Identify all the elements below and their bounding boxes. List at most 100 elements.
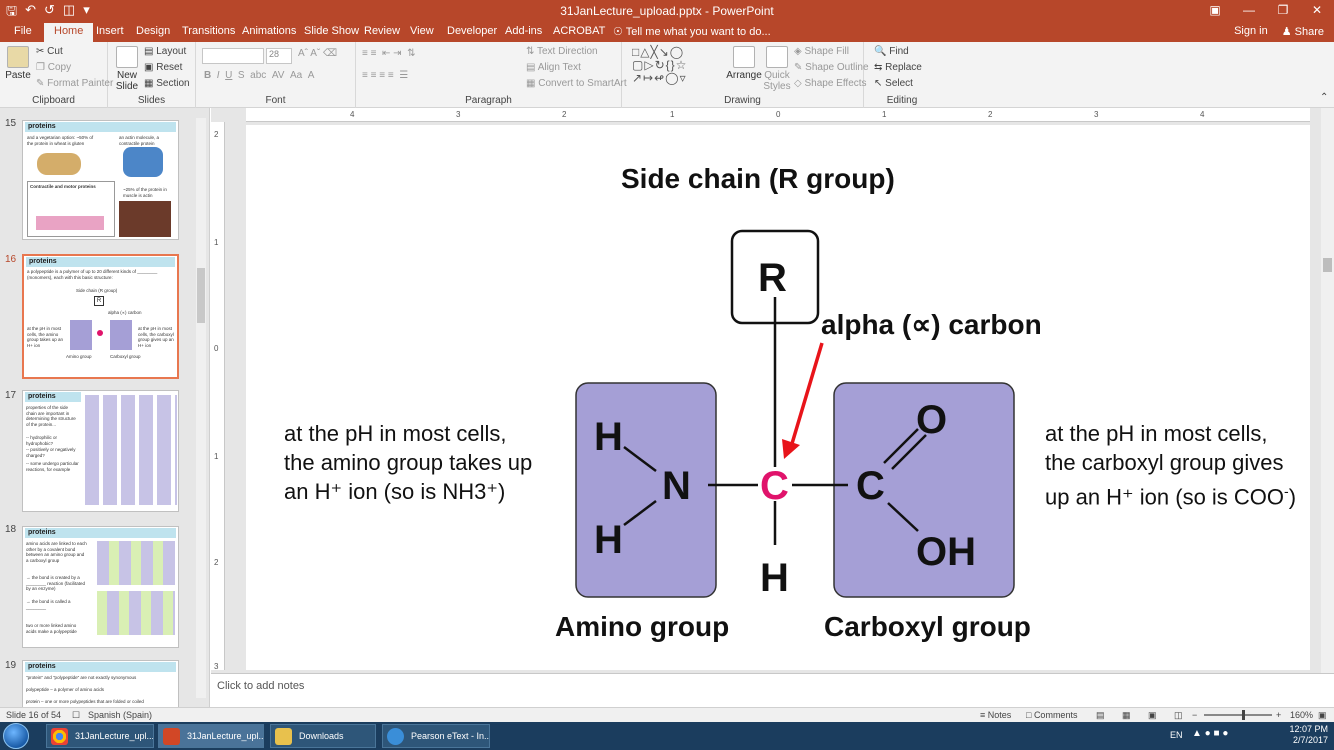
tab-design[interactable]: Design [136, 25, 170, 37]
thumb-carboxyl-box [110, 320, 132, 350]
status-bar: Slide 16 of 54 ☐ Spanish (Spain) ≡ Notes… [0, 707, 1334, 722]
slide-thumbnail-16[interactable]: proteins a polypeptide is a polymer of u… [22, 254, 179, 379]
cut-button[interactable]: ✂ Cut [36, 46, 63, 57]
alpha-carbon-atom: C [760, 464, 789, 508]
peptide-bond-diagram-bottom [97, 591, 175, 635]
taskbar-explorer[interactable]: Downloads [270, 724, 376, 748]
notes-toggle[interactable]: ≡ Notes [980, 710, 1011, 720]
slideshow-icon[interactable]: ◫ [1174, 710, 1183, 721]
section-button[interactable]: ▦ Section [144, 78, 190, 89]
input-language[interactable]: EN [1170, 730, 1183, 740]
thumb-number: 18 [5, 524, 17, 535]
thumb-r-box: R [94, 296, 104, 306]
copy-button[interactable]: ❐ Copy [36, 62, 71, 73]
fit-slide-icon[interactable]: ▣ [1318, 710, 1327, 721]
system-clock[interactable]: 12:07 PM 2/7/2017 [1289, 724, 1328, 746]
drawing-group: □△╳↘◯ ▢▷↻{}☆ ↗↦↫◯▿ Arrange Quick Styles ◈ … [622, 42, 869, 108]
layout-button[interactable]: ▤ Layout [144, 46, 186, 57]
thumbnail-scroll-thumb[interactable] [197, 268, 205, 323]
restore-icon[interactable]: ❐ [1266, 0, 1300, 22]
text-direction-button[interactable]: ⇅ Text Direction [526, 46, 598, 57]
tab-review[interactable]: Review [364, 25, 400, 37]
slide-thumbnail-15[interactable]: proteins and a vegetarian option: ~50% o… [22, 120, 179, 240]
tab-file[interactable]: File [14, 25, 32, 37]
tab-insert[interactable]: Insert [96, 25, 124, 37]
alignment-icons[interactable]: ≡ ≡ ≡ ≡ ☰ [362, 70, 408, 81]
collapse-ribbon-icon[interactable]: ⌃ [1320, 92, 1328, 103]
font-size-box[interactable]: 28 [266, 48, 292, 64]
r-atom: R [758, 256, 787, 300]
tab-transitions[interactable]: Transitions [182, 25, 235, 37]
thumbnail-scrollbar[interactable] [196, 118, 206, 698]
carbonyl-carbon-atom: C [856, 464, 885, 508]
shape-outline-button[interactable]: ✎ Shape Outline [794, 62, 869, 73]
font-name-box[interactable] [202, 48, 264, 64]
tab-developer[interactable]: Developer [447, 25, 497, 37]
windows-start-icon[interactable] [3, 723, 29, 749]
language-indicator[interactable]: Spanish (Spain) [88, 710, 152, 720]
motor-proteins-box: Contractile and motor proteins [27, 181, 115, 237]
shape-effects-button[interactable]: ◇ Shape Effects [794, 78, 867, 89]
editor-scroll-thumb[interactable] [1323, 258, 1332, 272]
notes-pane[interactable]: Click to add notes [211, 673, 1334, 707]
amino-acid-chart [85, 395, 177, 505]
taskbar-powerpoint[interactable]: 31JanLecture_upl... [158, 724, 264, 748]
comments-toggle[interactable]: □ Comments [1026, 710, 1077, 720]
slide-thumbnail-19[interactable]: proteins "protein" and "polypeptide" are… [22, 660, 179, 708]
normal-view-icon[interactable]: ▤ [1096, 710, 1105, 721]
comment-icon: □ [1026, 710, 1034, 720]
font-format-icons[interactable]: B I U S abc AV Aa A [204, 70, 314, 81]
new-slide-button[interactable]: New Slide [112, 46, 142, 92]
reading-view-icon[interactable]: ▣ [1148, 710, 1157, 721]
slide-sorter-icon[interactable]: ▦ [1122, 710, 1131, 721]
smartart-icon: ▦ [526, 78, 539, 89]
align-text-button[interactable]: ▤ Align Text [526, 62, 581, 73]
format-painter-button[interactable]: ✎ Format Painter [36, 78, 113, 89]
taskbar-ie[interactable]: Pearson eText - In... [382, 724, 490, 748]
tab-animations[interactable]: Animations [242, 25, 296, 37]
replace-button[interactable]: ⇆ Replace [874, 62, 922, 73]
select-button[interactable]: ↖ Select [874, 78, 913, 89]
slide-thumbnail-17[interactable]: proteins properties of the side chain ar… [22, 390, 179, 512]
slide-thumbnail-18[interactable]: proteins amino acids are linked to each … [22, 526, 179, 648]
arrange-button[interactable]: Arrange [726, 46, 762, 81]
notes-placeholder[interactable]: Click to add notes [217, 680, 304, 692]
close-icon[interactable]: ✕ [1300, 0, 1334, 22]
find-button[interactable]: 🔍 Find [874, 46, 909, 57]
thumb-number: 17 [5, 390, 17, 401]
editor-scrollbar[interactable] [1321, 108, 1334, 673]
reset-button[interactable]: ▣ Reset [144, 62, 182, 73]
tab-slide-show[interactable]: Slide Show [304, 25, 359, 37]
slide-canvas[interactable]: Side chain (R group) alpha (∝) carbon at… [246, 125, 1310, 670]
convert-smartart-button[interactable]: ▦ Convert to SmartArt [526, 78, 627, 89]
paste-button[interactable]: Paste [4, 46, 32, 81]
taskbar-chrome[interactable]: 31JanLecture_upl... [46, 724, 154, 748]
zoom-slider[interactable] [1204, 710, 1272, 720]
tell-me-box[interactable]: ☉ Tell me what you want to do... [613, 25, 771, 38]
tab-add-ins[interactable]: Add-ins [505, 25, 542, 37]
pen-icon: ✎ [794, 62, 806, 73]
ribbon-tabs: File Home Insert Design Transitions Anim… [0, 22, 1334, 42]
title-bar: 🖫 ↶ ↺ ◫ ▾ 31JanLecture_upload.pptx - Pow… [0, 0, 1334, 22]
thumb-number: 15 [5, 118, 17, 129]
list-icons[interactable]: ≡ ≡ ⇤ ⇥ ⇅ [362, 48, 415, 59]
zoom-out-icon[interactable]: − [1192, 710, 1197, 720]
shape-fill-button[interactable]: ◈ Shape Fill [794, 46, 849, 57]
shapes-gallery[interactable]: □△╳↘◯ ▢▷↻{}☆ ↗↦↫◯▿ [632, 46, 714, 86]
window-controls: ▣ — ❐ ✕ [1198, 0, 1334, 22]
spellcheck-icon[interactable]: ☐ [72, 710, 80, 721]
zoom-level[interactable]: 160% [1290, 710, 1313, 720]
tab-home[interactable]: Home [44, 23, 94, 42]
tray-icons[interactable]: ▲ ● ■ ● [1192, 728, 1228, 739]
grow-shrink-font-icon[interactable]: Aˆ Aˇ ⌫ [298, 48, 337, 59]
minimize-icon[interactable]: — [1232, 0, 1266, 22]
tab-view[interactable]: View [410, 25, 434, 37]
ribbon-display-icon[interactable]: ▣ [1198, 0, 1232, 22]
quick-styles-button[interactable]: Quick Styles [762, 46, 792, 92]
tab-acrobat[interactable]: ACROBAT [553, 25, 605, 37]
sign-in-link[interactable]: Sign in [1234, 25, 1268, 38]
zoom-in-icon[interactable]: + [1276, 710, 1281, 720]
muscle-image [119, 201, 171, 237]
share-button[interactable]: ♟ Share [1282, 25, 1324, 38]
zoom-slider-thumb[interactable] [1242, 710, 1245, 720]
